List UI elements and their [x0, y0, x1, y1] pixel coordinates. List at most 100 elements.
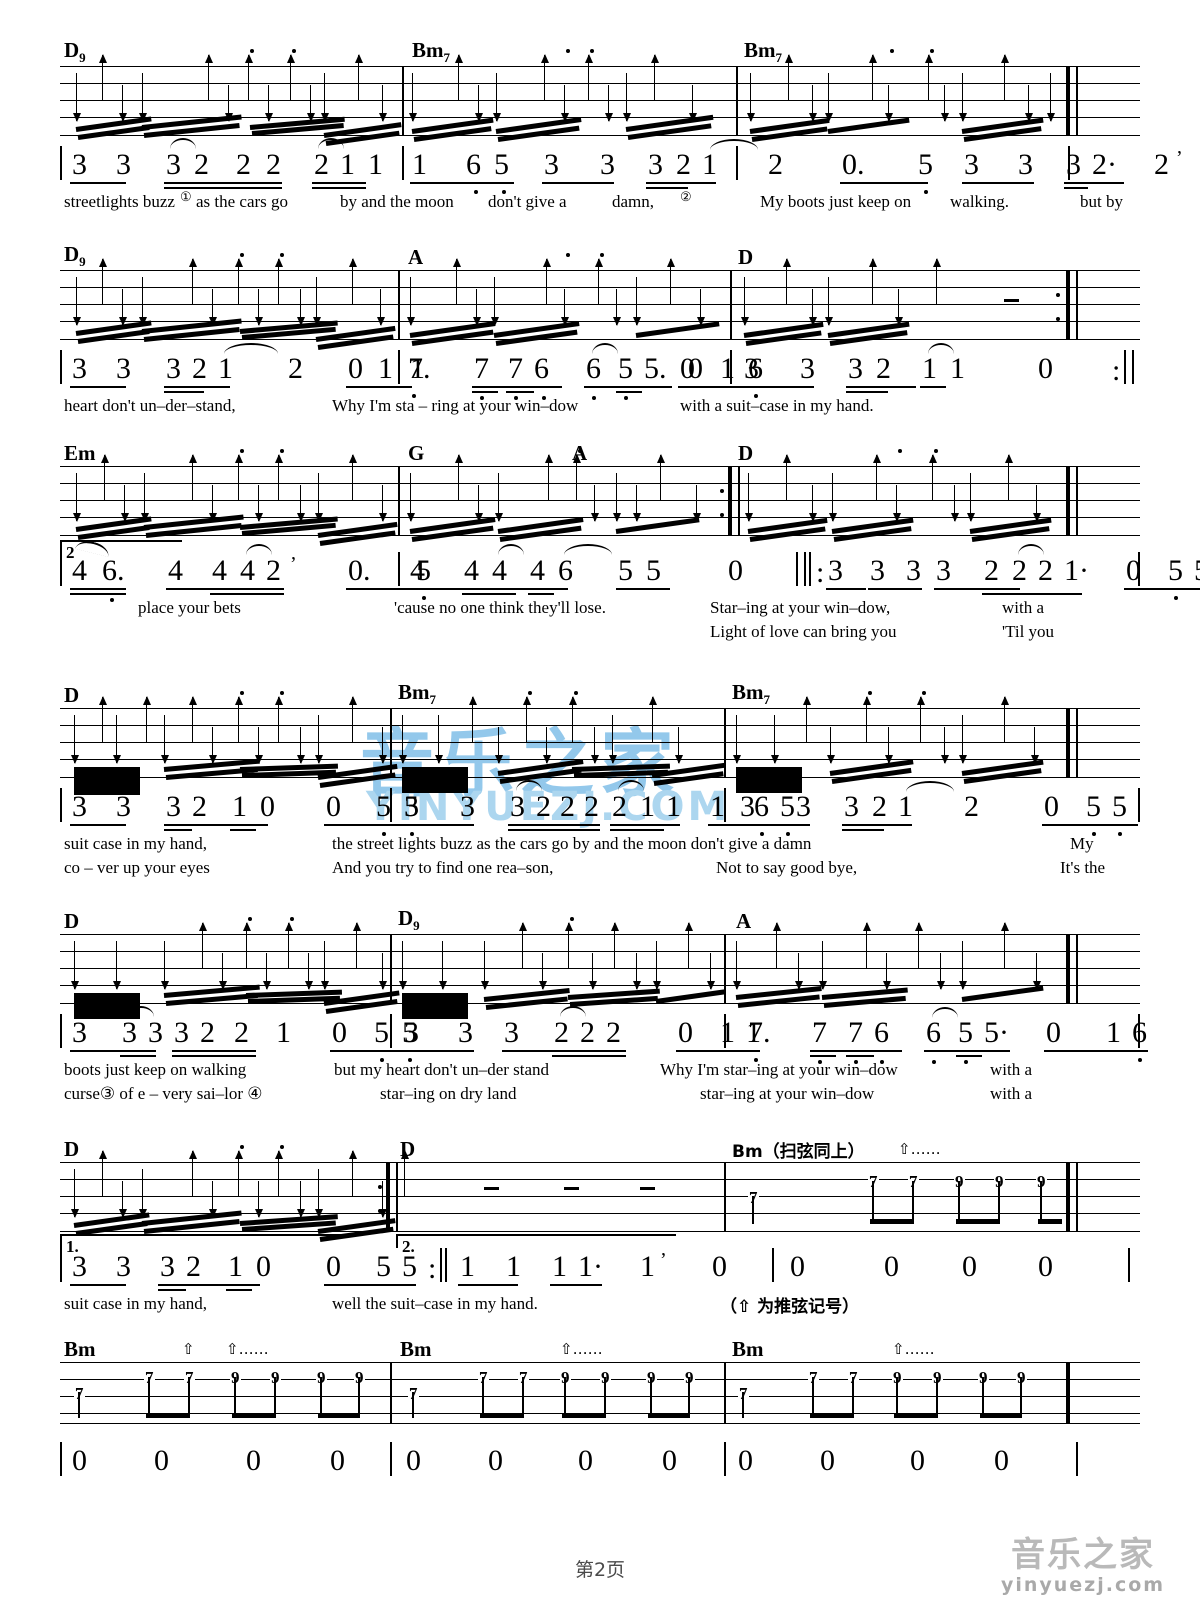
lyric-phrase: boots just keep on walking [64, 1060, 247, 1079]
lyrics-row-3a: place your bets 'cause no one think they… [60, 598, 1140, 622]
numbered-notation-row-5: 3 33 32 2 1 0 55 33 3 22 2 0 11 7. 7 7 6… [60, 1006, 1148, 1064]
chord-symbol: A [736, 909, 752, 933]
numbered-notation-row-2: 33 32 1 2 0 1 1 7. 7 76 6 5 5. 0 0 1 6 3… [60, 343, 1140, 400]
lyric-phrase: as the cars go [196, 192, 289, 211]
site-logo-cn: 音乐之家 [1011, 1535, 1155, 1575]
music-system-4: D Bm7 Bm7 3 3 3 2 1 0 0 5 5 3 3 3 2 2 2 … [0, 680, 1200, 880]
chord-row-4: D Bm7 Bm7 [60, 680, 1140, 708]
chord-symbol: D [738, 245, 754, 269]
numbered-notation-row-7: 00 00 00 00 00 00 [60, 1442, 1140, 1488]
lyrics-row-1: streetlights buzz ① as the cars go by an… [60, 189, 1140, 216]
chord-symbol: D9 [64, 37, 86, 65]
lyric-phrase: don't give a [488, 192, 567, 211]
chord-row-3: Em G A D [60, 441, 1140, 466]
bend-mark-icon: ⇧…… [560, 1340, 603, 1358]
volta-row-6: 1. 2. [60, 1232, 1140, 1256]
site-logo: 音乐之家 yinyuezj.com [994, 1535, 1172, 1608]
music-system-5: D D9 A 3 3 3 3 2 2 1 0 5 5 3 3 3 2 2 2 0… [0, 906, 1200, 1106]
lyric-phrase: with a [1002, 598, 1045, 617]
lyrics-row-6: suit case in my hand, well the suit–case… [60, 1294, 1140, 1320]
lyric-phrase: curse③ of e – very sai–lor ④ [64, 1084, 263, 1103]
lyric-phrase: My [1070, 834, 1094, 853]
lyric-phrase: with a [990, 1084, 1033, 1103]
chord-row-5: D D9 A [60, 906, 1140, 934]
lyrics-row-5a: boots just keep on walking but my heart … [60, 1060, 1140, 1084]
bend-mark-icon: ⇧…… [226, 1340, 269, 1358]
lyrics-row-5b: curse③ of e – very sai–lor ④ star–ing on… [60, 1084, 1140, 1106]
rhythm-staff-1 [60, 49, 1140, 146]
lyric-phrase: with a [990, 1060, 1033, 1079]
lyric-phrase: but my heart don't un–der stand [334, 1060, 550, 1079]
rhythm-and-tab-staff-6: 7 7 7 9 9 9 [60, 1145, 1140, 1242]
lyric-phrase: Not to say good bye, [716, 858, 858, 877]
numbered-notation-row-6: 33 32 10 0 55 : 11 1 1· 1 ’ 0 0 0 0 0 [60, 1248, 1140, 1294]
chord-row-6: D D Bm（扫弦同上） ⇧…… [60, 1137, 1140, 1162]
sheet-music-page: 音乐之家 YINYUEZJ.COM D9 Bm7 Bm7 [0, 0, 1200, 1618]
bend-legend-text: （⇧ 为推弦记号） [720, 1297, 860, 1317]
lyric-phrase: Why I'm star–ing at your win–dow [660, 1060, 898, 1079]
lyric-phrase: streetlights buzz [64, 192, 175, 211]
lyric-phrase: place your bets [138, 598, 241, 617]
lyric-phrase: well the suit–case in my hand. [332, 1294, 538, 1313]
lyric-phrase: Why I'm sta – ring at your win–dow [332, 396, 579, 415]
lyric-phrase: 'Til you [1002, 622, 1055, 641]
rhythm-staff-4 [60, 691, 1140, 795]
lyrics-row-4a: suit case in my hand, the street lights … [60, 834, 1140, 858]
lyric-phrase: heart don't un–der–stand, [64, 396, 236, 415]
lyric-phrase: star–ing at your win–dow [700, 1084, 875, 1103]
chord-symbol: Bm [732, 1337, 764, 1361]
music-system-1: D9 Bm7 Bm7 3 3 3 2 2 2 2 1 1 1 6 5 3 3 3… [0, 38, 1200, 216]
music-system-2: D9 A D 3 3 3 2 1 2 0 1 1 7. 7 7 6 6 5 5.… [0, 242, 1200, 420]
lyric-phrase: star–ing on dry land [380, 1084, 517, 1103]
lyric-phrase: walking. [950, 192, 1010, 211]
lyric-phrase: the street lights buzz as the cars go by… [332, 834, 812, 853]
volta-bracket-1: 1. [60, 1234, 350, 1256]
lyric-phrase: My boots just keep on [760, 192, 912, 211]
bend-mark-icon: ⇧…… [898, 1140, 941, 1158]
chord-symbol: A [408, 245, 424, 269]
bend-mark-icon: ⇧…… [892, 1340, 935, 1358]
chord-symbol: D9 [398, 905, 420, 933]
chord-symbol: Bm [64, 1337, 96, 1361]
chord-symbol: D [64, 683, 80, 707]
chord-symbol: D [738, 441, 754, 465]
chord-symbol: Em [64, 441, 96, 465]
bend-mark-icon: ⇧ [182, 1340, 195, 1358]
rhythm-staff-2 [60, 253, 1140, 350]
lyric-phrase: damn, [612, 192, 655, 211]
volta-bracket-2: 2. [396, 1234, 676, 1256]
lyric-phrase: by and the moon [340, 192, 454, 211]
chord-symbol: D [64, 909, 80, 933]
chord-symbol: Bm7 [732, 679, 770, 707]
lyric-phrase: 'cause no one think they'll lose. [394, 598, 606, 617]
footnote-marker: ② [680, 189, 692, 204]
lyrics-row-2: heart don't un–der–stand, Why I'm sta – … [60, 396, 1140, 420]
site-logo-en: yinyuezj.com [1000, 1573, 1166, 1596]
chord-symbol: Bm7 [412, 37, 450, 65]
chord-row-7: Bm Bm Bm ⇧ ⇧…… ⇧…… ⇧…… [60, 1337, 1140, 1362]
lyric-phrase: co – ver up your eyes [64, 858, 210, 877]
chord-symbol: Bm7 [744, 37, 782, 65]
lyric-phrase: And you try to find one rea–son, [332, 858, 554, 877]
lyric-phrase: but by [1080, 192, 1123, 211]
chord-symbol: Bm [400, 1337, 432, 1361]
lyric-phrase: suit case in my hand, [64, 1294, 208, 1313]
lyrics-row-4b: co – ver up your eyes And you try to fin… [60, 858, 1140, 880]
chord-row-1: D9 Bm7 Bm7 [60, 38, 1140, 66]
music-system-6: D D Bm（扫弦同上） ⇧…… 1. 2. 3 3 3 2 1 0 0 5 5… [0, 1137, 1200, 1320]
music-system-7: Bm Bm Bm ⇧ ⇧…… ⇧…… ⇧…… 7 7 7 9 9 9 [0, 1337, 1200, 1488]
lyrics-row-3b: Light of love can bring you 'Til you [60, 622, 1140, 644]
chord-symbol: G [408, 441, 425, 465]
numbered-notation-row-3: 4 6. 4 44 2 ’ 0. 5 4 44 46 55 0: 3 3 3 … [60, 538, 1200, 602]
rhythm-staff-5 [60, 917, 1140, 1019]
chord-symbol: D [64, 1137, 80, 1161]
numbered-notation-row-1: 3 3 32 22 21 1 1 65 3 3 3 2 1 2 0. 5 3 3… [60, 138, 1183, 194]
numbered-notation-row-4: 33 32 10 0 55 33 32 22 21 1 1 6 5 3 3 3 … [60, 780, 1140, 836]
rhythm-staff-3 [60, 449, 1140, 546]
lyric-phrase: Star–ing at your win–dow, [710, 598, 891, 617]
chord-symbol: Bm7 [398, 679, 436, 707]
lyric-phrase: with a suit–case in my hand. [680, 396, 874, 415]
tab-staff-7: 7 7 7 9 9 9 9 7 7 7 9 9 [60, 1362, 1140, 1424]
lyric-phrase: It's the [1060, 858, 1106, 877]
music-system-3: Em G A D 2 4 6. 4 4 4 2 ’ 0. 5 4 4 4 4 6… [0, 441, 1200, 644]
